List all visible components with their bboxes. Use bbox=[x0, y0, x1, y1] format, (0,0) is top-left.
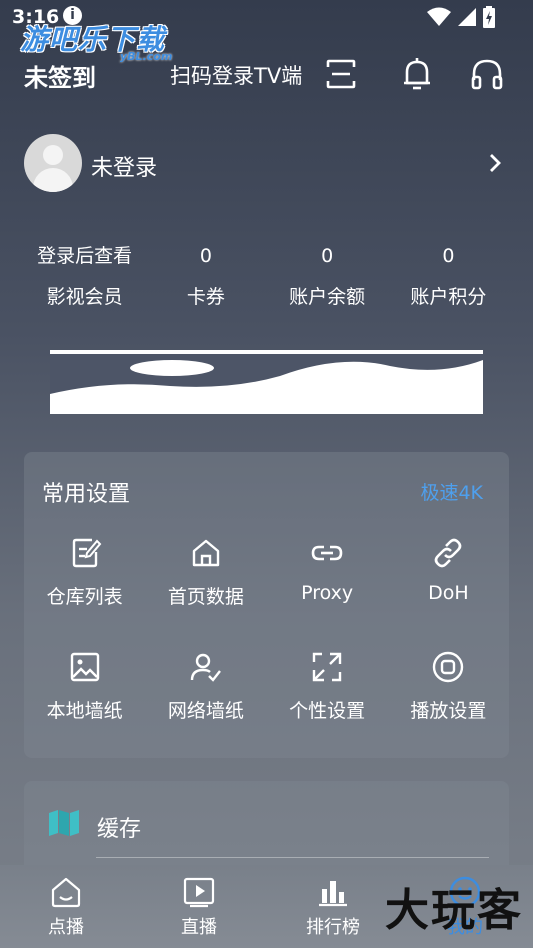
stat-vip[interactable]: 登录后查看 影视会员 bbox=[24, 240, 145, 320]
chevron-right-icon[interactable] bbox=[487, 152, 503, 174]
stat-balance[interactable]: 0 账户余额 bbox=[267, 240, 388, 320]
setting-label: 首页数据 bbox=[167, 586, 244, 608]
divider bbox=[96, 857, 489, 858]
sign-in-status[interactable]: 未签到 bbox=[24, 58, 96, 93]
scan-icon[interactable] bbox=[323, 56, 359, 92]
profile-row[interactable]: 未登录 bbox=[24, 134, 509, 194]
battery-icon bbox=[483, 6, 495, 28]
setting-label: 个性设置 bbox=[289, 700, 366, 722]
expand-icon bbox=[312, 652, 342, 682]
bell-icon[interactable] bbox=[399, 56, 435, 92]
cell-signal-icon bbox=[458, 8, 476, 26]
stat-label: 账户余额 bbox=[289, 286, 366, 308]
site-watermark-logo: 游吧乐下载 yBL.com bbox=[20, 18, 172, 63]
stat-label: 账户积分 bbox=[410, 286, 487, 308]
setting-label: Proxy bbox=[301, 582, 354, 604]
edit-document-icon bbox=[72, 538, 101, 568]
setting-personalization[interactable]: 个性设置 bbox=[267, 650, 388, 734]
chain-link-icon bbox=[435, 538, 462, 568]
wifi-icon bbox=[427, 7, 451, 26]
stat-value: 0 bbox=[321, 245, 334, 267]
banner-image-placeholder[interactable] bbox=[50, 350, 483, 414]
nav-label: 点播 bbox=[48, 917, 84, 938]
setting-playback[interactable]: 播放设置 bbox=[388, 650, 509, 734]
setting-label: DoH bbox=[428, 582, 469, 604]
stop-circle-icon bbox=[433, 651, 464, 683]
avatar[interactable] bbox=[24, 134, 82, 192]
setting-repo-list[interactable]: 仓库列表 bbox=[24, 536, 145, 620]
cache-label: 缓存 bbox=[97, 817, 142, 842]
headset-icon[interactable] bbox=[469, 56, 505, 92]
bar-chart-icon bbox=[319, 881, 347, 907]
nav-live[interactable]: 直播 bbox=[159, 875, 239, 939]
settings-grid: 仓库列表 首页数据 Proxy DoH 本地墙纸 网络墙纸 个性设置 播放设置 bbox=[24, 536, 509, 734]
setting-label: 播放设置 bbox=[410, 700, 487, 722]
setting-local-wallpaper[interactable]: 本地墙纸 bbox=[24, 650, 145, 734]
setting-label: 网络墙纸 bbox=[167, 700, 244, 722]
account-stats: 登录后查看 影视会员 0 卡券 0 账户余额 0 账户积分 bbox=[24, 240, 509, 320]
play-square-icon bbox=[183, 877, 215, 908]
setting-doh[interactable]: DoH bbox=[388, 536, 509, 620]
setting-label: 本地墙纸 bbox=[46, 700, 123, 722]
profile-name: 未登录 bbox=[91, 156, 158, 181]
setting-network-wallpaper[interactable]: 网络墙纸 bbox=[145, 650, 266, 734]
stat-label: 卡券 bbox=[186, 286, 225, 308]
stat-label: 影视会员 bbox=[46, 286, 123, 308]
home-icon bbox=[192, 539, 220, 567]
nav-label: 直播 bbox=[181, 917, 217, 938]
corner-watermark: 大玩客 bbox=[385, 885, 523, 936]
header-bar: 未签到 扫码登录TV端 bbox=[0, 54, 533, 94]
user-check-icon bbox=[190, 653, 221, 682]
settings-title: 常用设置 bbox=[42, 482, 131, 507]
link-icon bbox=[311, 545, 343, 561]
image-icon bbox=[70, 652, 99, 682]
stat-value: 0 bbox=[199, 245, 212, 267]
setting-label: 仓库列表 bbox=[46, 586, 123, 608]
nav-ranking[interactable]: 排行榜 bbox=[293, 875, 373, 939]
map-icon bbox=[49, 810, 79, 836]
nav-vod[interactable]: 点播 bbox=[26, 875, 106, 939]
scan-tv-login-link[interactable]: 扫码登录TV端 bbox=[170, 60, 302, 90]
home-outline-icon bbox=[51, 877, 81, 908]
stat-points[interactable]: 0 账户积分 bbox=[388, 240, 509, 320]
stat-coupons[interactable]: 0 卡券 bbox=[145, 240, 266, 320]
stat-value: 登录后查看 bbox=[37, 245, 133, 267]
setting-proxy[interactable]: Proxy bbox=[267, 536, 388, 620]
nav-label: 排行榜 bbox=[306, 917, 360, 938]
setting-home-data[interactable]: 首页数据 bbox=[145, 536, 266, 620]
stat-value: 0 bbox=[442, 245, 455, 267]
status-right-icons bbox=[427, 6, 495, 28]
fast-4k-link[interactable]: 极速4K bbox=[420, 478, 483, 505]
common-settings-card: 常用设置 极速4K 仓库列表 首页数据 Proxy DoH 本地墙纸 网络墙纸 … bbox=[24, 452, 509, 758]
